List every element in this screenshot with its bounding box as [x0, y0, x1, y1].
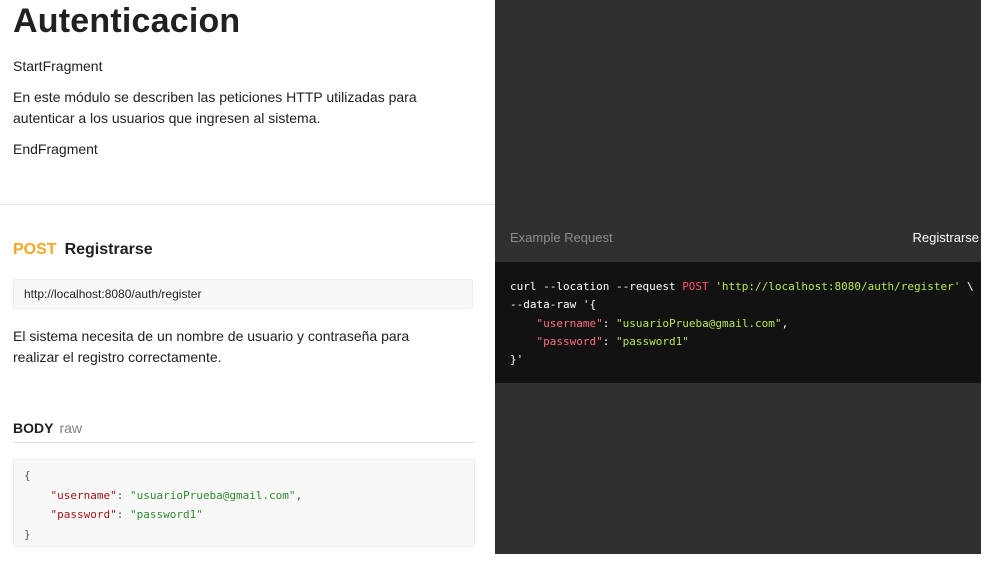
right-edge-strip [981, 0, 989, 561]
body-header: BODY raw [13, 420, 475, 443]
code-line: "username": "usuarioPrueba@gmail.com", [536, 316, 789, 330]
code-line: --data-raw '{ [510, 298, 597, 312]
code-line: "password": "password1" [536, 334, 689, 348]
end-fragment-text: EndFragment [13, 141, 98, 157]
request-body-code[interactable]: { "username": "usuarioPrueba@gmail.com",… [13, 459, 475, 547]
request-description: El sistema necesita de un nombre de usua… [13, 328, 410, 365]
code-line: } [24, 527, 31, 541]
request-method: POST [13, 241, 57, 258]
example-selector[interactable]: Registrarse [913, 230, 979, 245]
code-line: "password": "password1" [50, 508, 203, 521]
page-title: Autenticacion [13, 2, 241, 40]
code-line: }' [510, 353, 524, 367]
request-heading: POST Registrarse [13, 241, 153, 259]
code-line: "username": "usuarioPrueba@gmail.com", [50, 488, 303, 502]
example-request-label: Example Request [510, 230, 613, 245]
example-panel: Example Request Registrarse curl --locat… [495, 0, 981, 554]
example-code-block[interactable]: curl --location --request POST 'http://l… [495, 262, 981, 383]
request-name[interactable]: Registrarse [65, 241, 153, 258]
code-line: curl --location --request POST 'http://l… [510, 280, 974, 293]
start-fragment-text: StartFragment [13, 58, 103, 74]
body-label: BODY [13, 420, 54, 436]
section-divider [0, 204, 495, 205]
code-line: { [24, 469, 31, 482]
module-description: En este módulo se describen las peticion… [13, 89, 417, 126]
body-mode: raw [59, 420, 83, 436]
documentation-panel: Autenticacion StartFragment En este módu… [0, 0, 495, 561]
request-url-field[interactable]: http://localhost:8080/auth/register [13, 279, 473, 309]
